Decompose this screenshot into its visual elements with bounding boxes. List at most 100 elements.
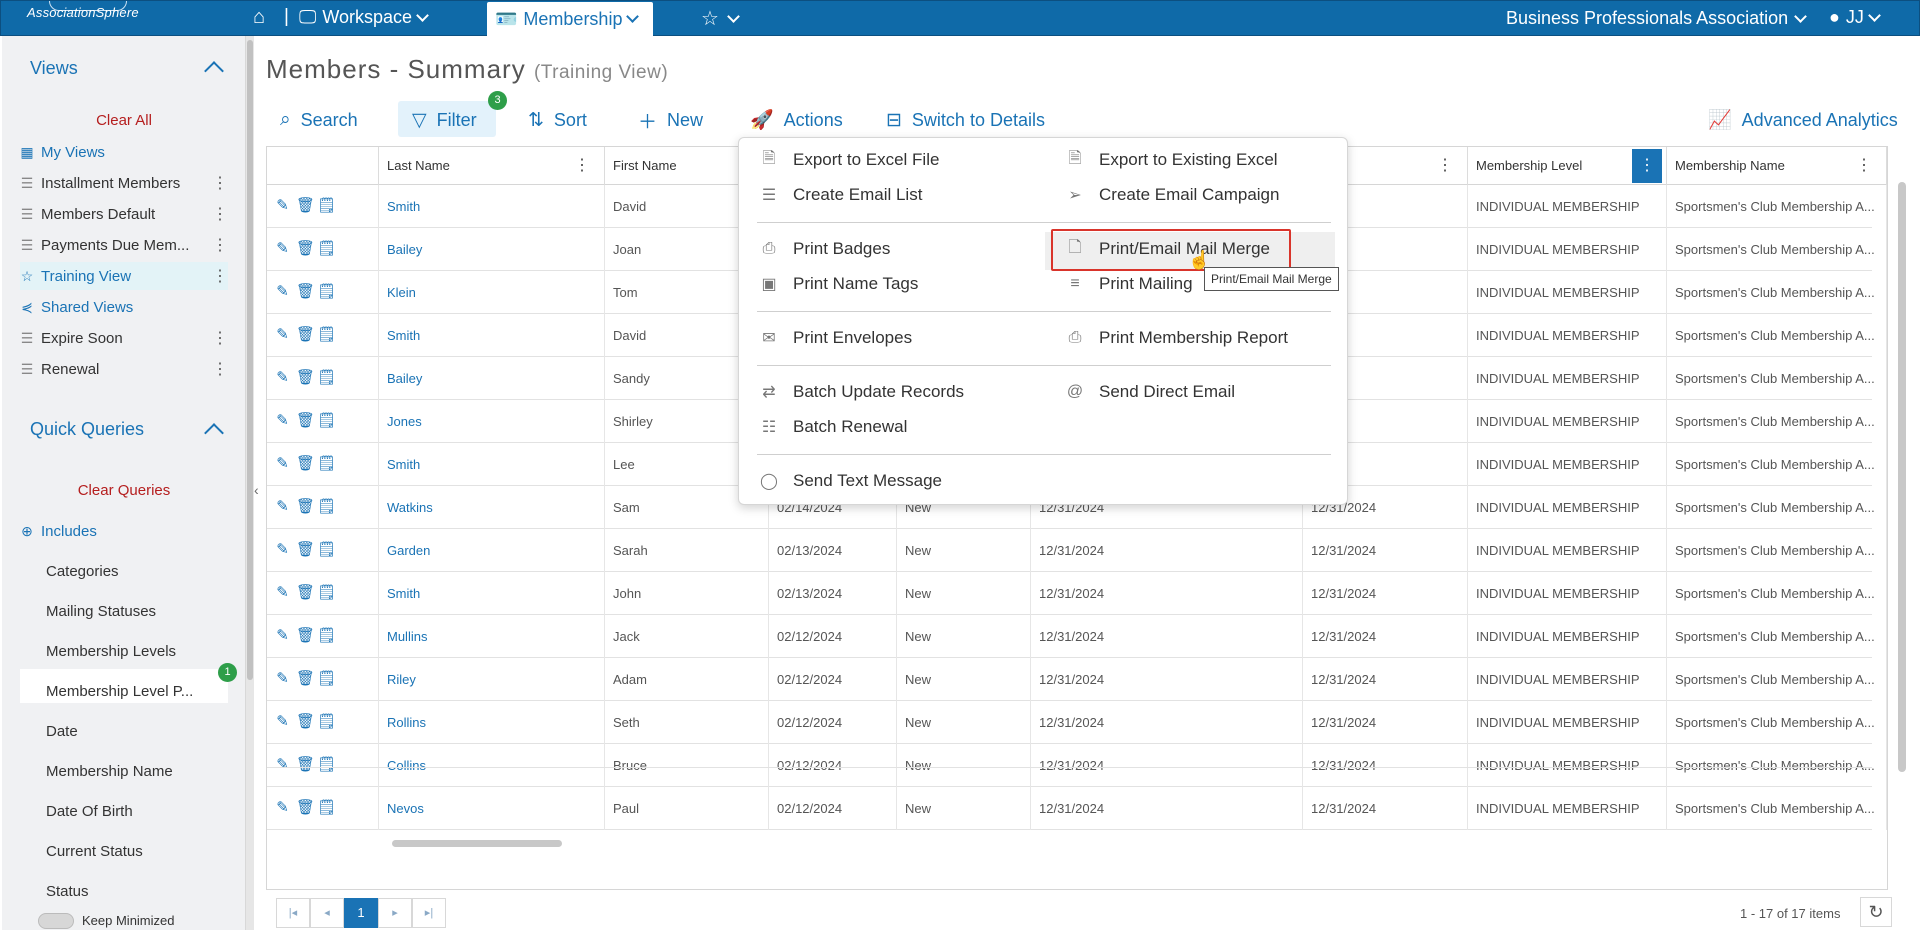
note-icon[interactable]: 🗒	[317, 284, 336, 299]
column-menu-icon[interactable]: ⋮	[1856, 147, 1872, 185]
refresh-icon[interactable]: ↻	[1860, 897, 1892, 927]
trash-icon[interactable]: 🗑	[296, 628, 315, 643]
collapse-queries-icon[interactable]	[204, 423, 224, 443]
collapse-views-icon[interactable]	[204, 61, 224, 81]
query-current-status[interactable]: Current Status	[46, 843, 143, 860]
column-menu-icon[interactable]: ⋮	[1632, 149, 1662, 183]
sidebar-item-shared-views[interactable]: ⋞ Shared Views	[20, 293, 228, 321]
menu-print-mailing[interactable]: ≡ Print Mailing	[1065, 268, 1192, 300]
note-icon[interactable]: 🗒	[317, 714, 336, 729]
menu-send-text-message[interactable]: ◯ Send Text Message	[759, 465, 942, 497]
table-row[interactable]: ✎ 🗑 🗒 Nevos Paul 02/12/2024 New 12/31/2024 12/31…	[267, 787, 1887, 830]
menu-export-excel[interactable]: 🗎 Export to Excel File	[759, 144, 940, 176]
next-page-button[interactable]: ▸	[378, 898, 412, 928]
sidebar-item-my-views[interactable]: ▦ My Views	[20, 138, 228, 166]
sidebar-item-members-default[interactable]: ☰ Members Default ⋮	[20, 200, 228, 228]
trash-icon[interactable]: 🗑	[296, 542, 315, 557]
clear-queries-link[interactable]: Clear Queries	[2, 482, 246, 499]
note-icon[interactable]: 🗒	[317, 370, 336, 385]
prev-page-button[interactable]: ◂	[310, 898, 344, 928]
actions-button[interactable]: 🚀 Actions	[750, 104, 843, 136]
more-options-icon[interactable]: ⋮	[212, 328, 228, 348]
last-name-cell[interactable]: Mullins	[379, 615, 605, 658]
last-name-cell[interactable]: Smith	[379, 314, 605, 357]
favorites-menu[interactable]: ☆	[701, 6, 740, 31]
sidebar-item-training-view[interactable]: ☆ Training View ⋮	[20, 262, 228, 290]
more-options-icon[interactable]: ⋮	[212, 266, 228, 286]
edit-icon[interactable]: ✎	[275, 284, 290, 299]
last-name-cell[interactable]: Watkins	[379, 486, 605, 529]
query-date[interactable]: Date	[46, 723, 78, 740]
sidebar-item-expire-soon[interactable]: ☰ Expire Soon ⋮	[20, 324, 228, 352]
switch-to-details-button[interactable]: ⊟ Switch to Details	[886, 104, 1045, 136]
note-icon[interactable]: 🗒	[317, 499, 336, 514]
last-name-cell[interactable]: Smith	[379, 443, 605, 486]
trash-icon[interactable]: 🗑	[296, 284, 315, 299]
user-menu[interactable]: ● JJ	[1829, 7, 1881, 28]
last-name-cell[interactable]: Smith	[379, 185, 605, 228]
col-header-last-name[interactable]: Last Name ⋮	[379, 147, 605, 185]
col-header-membership-name[interactable]: Membership Name ⋮	[1667, 147, 1887, 185]
menu-print-membership-report[interactable]: ⎙ Print Membership Report	[1065, 322, 1288, 354]
last-name-cell[interactable]: Smith	[379, 572, 605, 615]
edit-icon[interactable]: ✎	[275, 327, 290, 342]
menu-send-direct-email[interactable]: @ Send Direct Email	[1065, 376, 1235, 408]
last-name-cell[interactable]: Jones	[379, 400, 605, 443]
menu-print-badges[interactable]: ⎙ Print Badges	[759, 233, 891, 265]
trash-icon[interactable]: 🗑	[296, 714, 315, 729]
more-options-icon[interactable]: ⋮	[212, 359, 228, 379]
column-menu-icon[interactable]: ⋮	[1437, 147, 1453, 185]
sidebar-item-renewal[interactable]: ☰ Renewal ⋮	[20, 355, 228, 383]
note-icon[interactable]: 🗒	[317, 671, 336, 686]
note-icon[interactable]: 🗒	[317, 542, 336, 557]
trash-icon[interactable]: 🗑	[296, 241, 315, 256]
edit-icon[interactable]: ✎	[275, 714, 290, 729]
menu-export-existing-excel[interactable]: 🗎 Export to Existing Excel	[1065, 144, 1278, 176]
last-name-cell[interactable]: Bailey	[379, 357, 605, 400]
query-date-of-birth[interactable]: Date Of Birth	[46, 803, 133, 820]
edit-icon[interactable]: ✎	[275, 370, 290, 385]
edit-icon[interactable]: ✎	[275, 671, 290, 686]
note-icon[interactable]: 🗒	[317, 585, 336, 600]
edit-icon[interactable]: ✎	[275, 198, 290, 213]
note-icon[interactable]: 🗒	[317, 241, 336, 256]
menu-batch-update-records[interactable]: ⇄ Batch Update Records	[759, 376, 964, 408]
note-icon[interactable]: 🗒	[317, 327, 336, 342]
trash-icon[interactable]: 🗑	[296, 671, 315, 686]
search-button[interactable]: ⌕ Search	[280, 104, 358, 136]
edit-icon[interactable]: ✎	[275, 413, 290, 428]
last-name-cell[interactable]: Riley	[379, 658, 605, 701]
last-page-button[interactable]: ▸|	[412, 898, 446, 928]
more-options-icon[interactable]: ⋮	[212, 204, 228, 224]
home-icon[interactable]: ⌂	[253, 6, 265, 29]
last-name-cell[interactable]: Garden	[379, 529, 605, 572]
trash-icon[interactable]: 🗑	[296, 800, 315, 815]
note-icon[interactable]: 🗒	[317, 456, 336, 471]
sidebar-item-payments-due[interactable]: ☰ Payments Due Mem... ⋮	[20, 231, 228, 259]
query-membership-level-p[interactable]: Membership Level P...	[46, 683, 193, 700]
first-page-button[interactable]: |◂	[276, 898, 310, 928]
query-mailing-statuses[interactable]: Mailing Statuses	[46, 603, 156, 620]
sort-button[interactable]: ⇅ Sort	[528, 104, 587, 136]
table-row[interactable]: ✎ 🗑 🗒 Garden Sarah 02/13/2024 New 12/31/2024 12/…	[267, 529, 1887, 572]
table-row[interactable]: ✎ 🗑 🗒 Mullins Jack 02/12/2024 New 12/31/2024 12/…	[267, 615, 1887, 658]
query-membership-name[interactable]: Membership Name	[46, 763, 173, 780]
vertical-scroll-thumb[interactable]	[1898, 182, 1906, 772]
app-logo[interactable]: AssociationSphere	[27, 5, 139, 20]
trash-icon[interactable]: 🗑	[296, 456, 315, 471]
query-categories[interactable]: Categories	[46, 563, 119, 580]
edit-icon[interactable]: ✎	[275, 241, 290, 256]
table-row[interactable]: ✎ 🗑 🗒 Riley Adam 02/12/2024 New 12/31/2024 12/31…	[267, 658, 1887, 701]
workspace-menu[interactable]: 🖵 Workspace	[299, 7, 429, 28]
trash-icon[interactable]: 🗑	[296, 370, 315, 385]
note-icon[interactable]: 🗒	[317, 198, 336, 213]
page-number-button[interactable]: 1	[344, 898, 378, 928]
trash-icon[interactable]: 🗑	[296, 413, 315, 428]
membership-tab[interactable]: 🪪 Membership	[487, 2, 653, 36]
edit-icon[interactable]: ✎	[275, 456, 290, 471]
query-membership-levels[interactable]: Membership Levels	[46, 643, 176, 660]
column-menu-icon[interactable]: ⋮	[574, 147, 590, 185]
edit-icon[interactable]: ✎	[275, 800, 290, 815]
advanced-analytics-button[interactable]: 📈 Advanced Analytics	[1708, 104, 1898, 136]
menu-create-email-list[interactable]: ☰ Create Email List	[759, 179, 923, 211]
